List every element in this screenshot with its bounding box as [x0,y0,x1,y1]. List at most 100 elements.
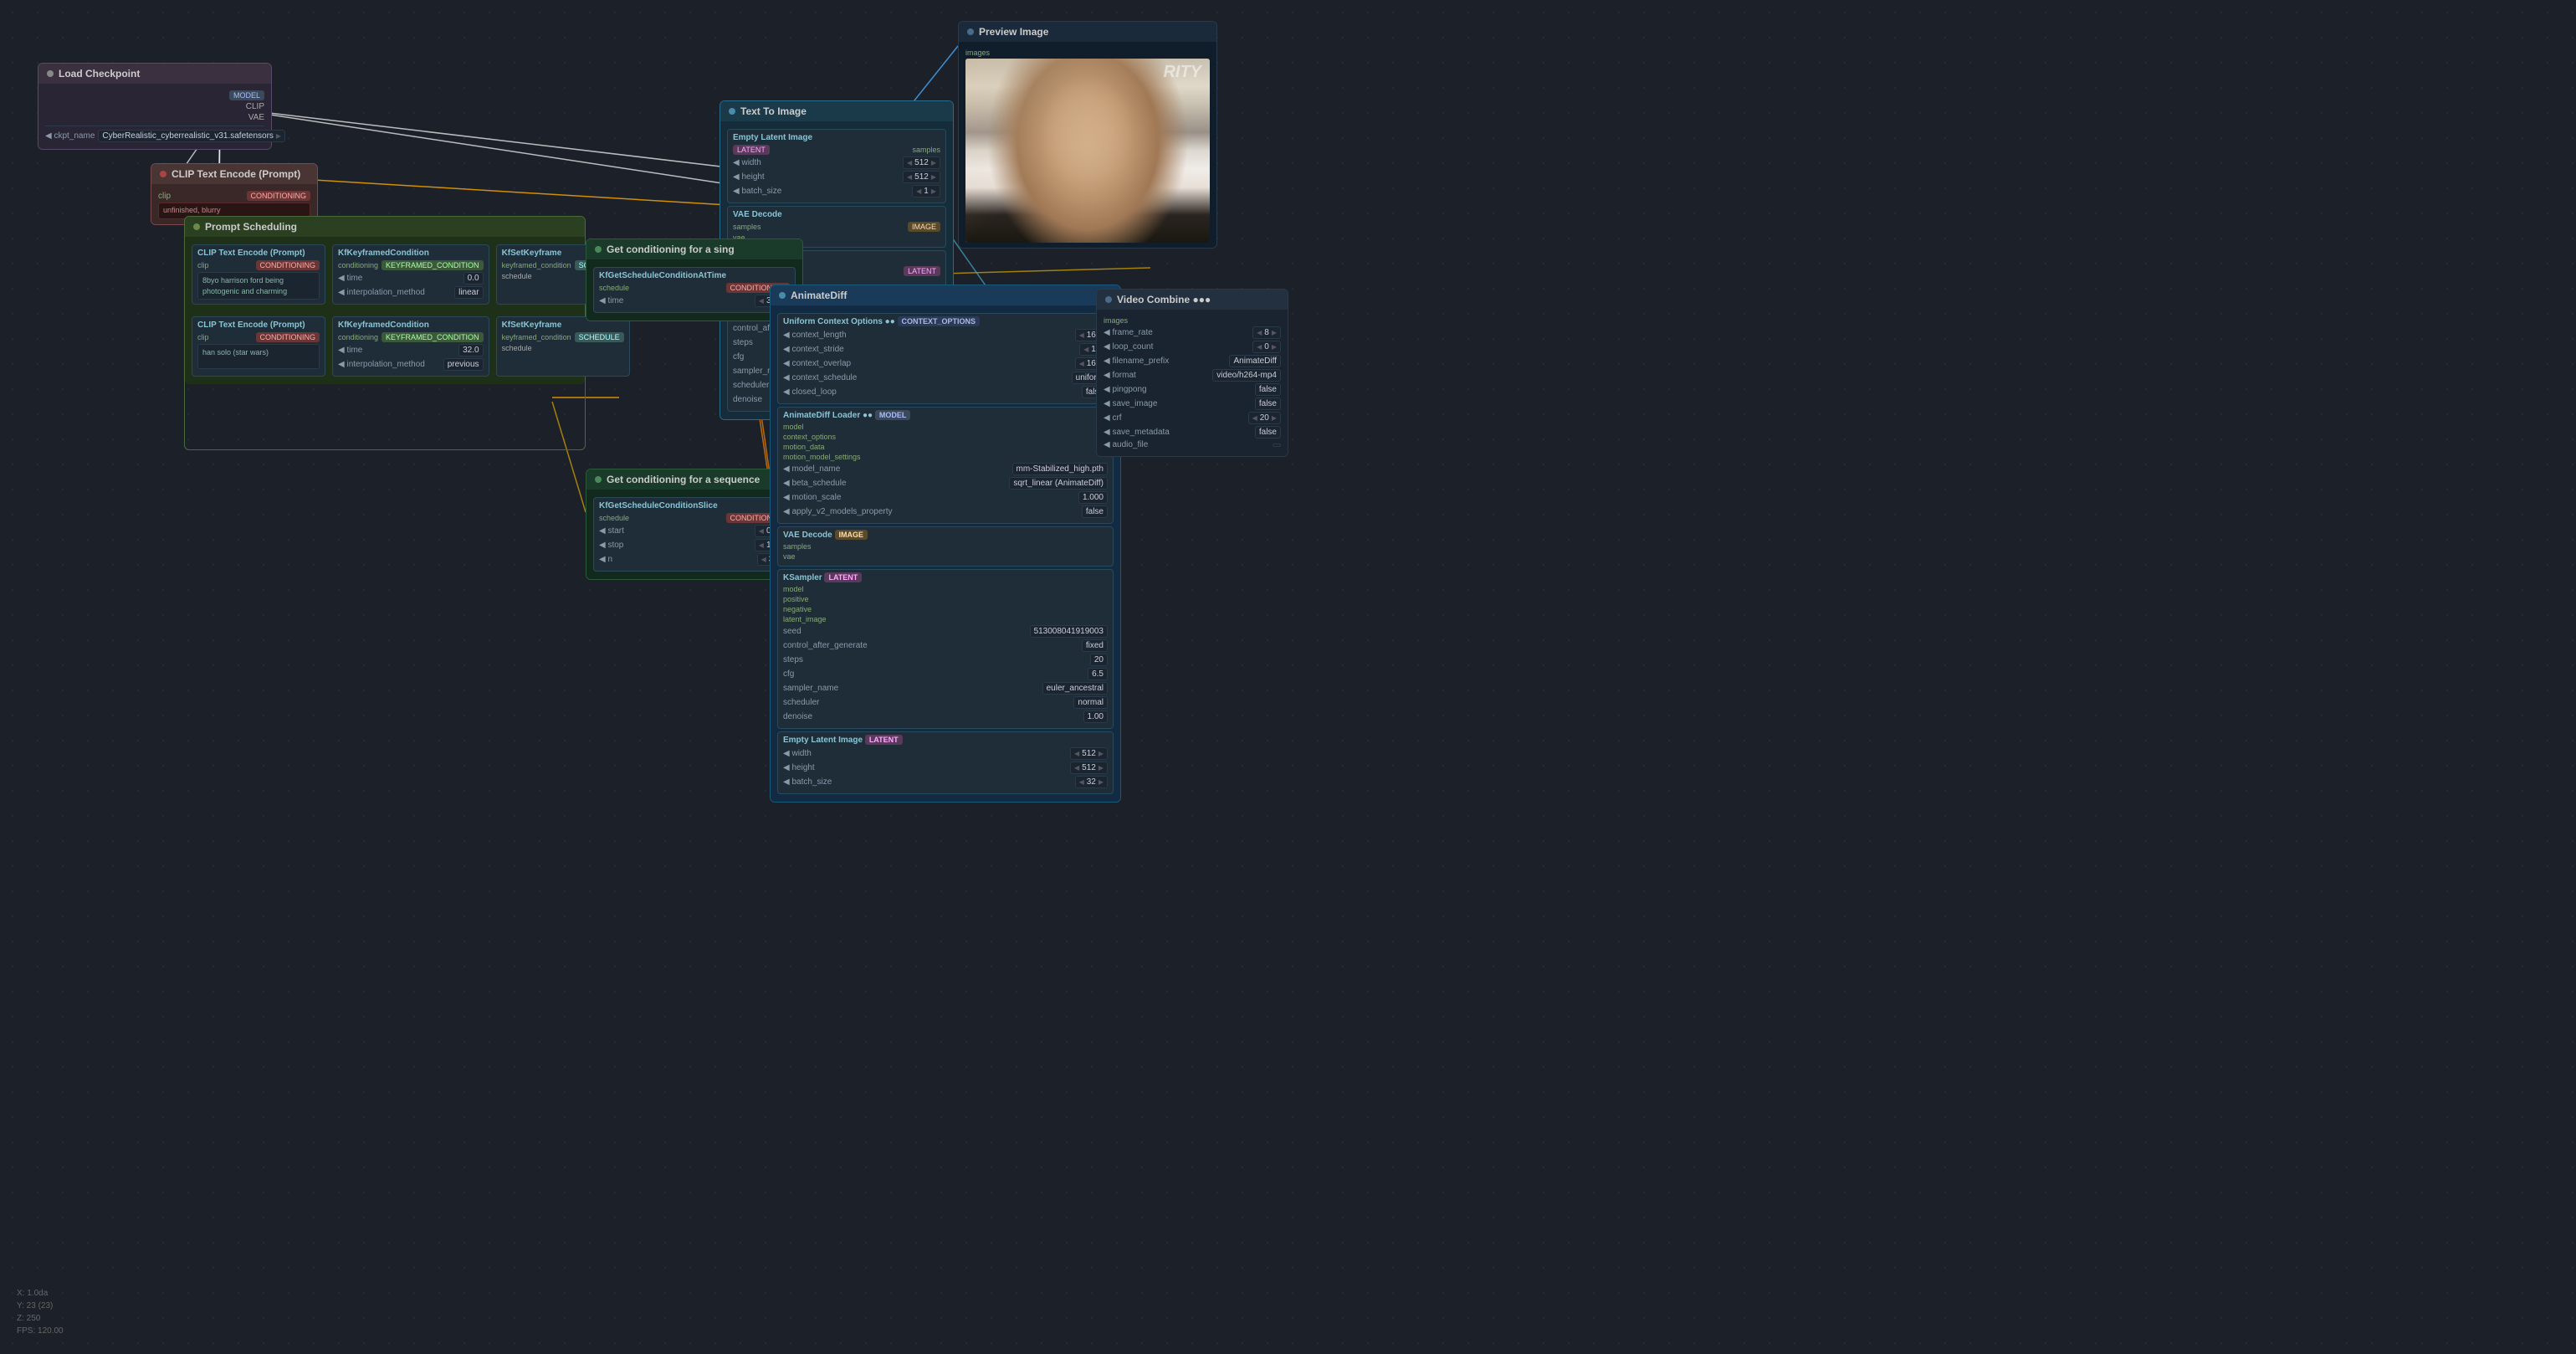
ckpt-name-value[interactable]: CyberRealistic_cyberrealistic_v31.safete… [98,130,285,142]
loader-name-label: ◀ model_name [783,464,840,474]
clip-label: CLIP [246,102,264,111]
ad-ks-sampler-value[interactable]: euler_ancestral [1042,682,1108,695]
vae-ports-row: samples IMAGE [733,222,940,232]
ad-ks-control-label: control_after_generate [783,641,868,650]
load-checkpoint-title: Load Checkpoint [59,68,140,79]
vc-save-value[interactable]: false [1255,397,1281,410]
animatediff-vae-node: VAE Decode IMAGE samples vae [777,526,1114,567]
get-conditioning-single-title: Get conditioning for a sing [607,244,735,255]
loader-ctx-label: context_options [783,433,836,441]
kfsetframe2-node: KfSetKeyframe keyframed_condition SCHEDU… [496,316,630,377]
kfgetschedule-node: KfGetScheduleConditionAtTime schedule CO… [593,267,796,313]
vc-framerate-value[interactable]: ◀8▶ [1252,326,1281,339]
conditioning-badge: CONDITIONING [247,191,311,201]
prompt-scheduling-header: Prompt Scheduling [185,217,585,237]
ad-ks-denoise-value[interactable]: 1.00 [1083,710,1108,723]
batch-right-arr: ▶ [931,187,936,195]
samples-label: samples [912,146,940,154]
ctx-stride-text: 1 [1091,345,1096,354]
kfk1-interp-text: linear [458,288,479,297]
kfslice-schedule-label: schedule [599,514,629,522]
kfk2-ports: conditioning KEYFRAMED_CONDITION [338,332,484,342]
ctx-overlap-text: 16 [1087,359,1096,368]
header-dot [729,108,735,115]
height-value[interactable]: ◀ 512 ▶ [903,171,940,183]
ad-ks-cfg-value[interactable]: 6.5 [1088,668,1108,680]
animatediff-loader-node: AnimateDiff Loader ●● MODEL model contex… [777,407,1114,524]
video-combine-node: Video Combine ●●● images ◀ frame_rate ◀8… [1096,289,1288,457]
ad-el-width-value[interactable]: ◀512▶ [1070,747,1108,760]
vc-audio-label: ◀ audio_file [1104,440,1148,449]
kfk1-conditioning-label: conditioning [338,261,378,269]
ad-ks-seed-text: 513008041919003 [1034,627,1104,636]
clip2-text[interactable]: han solo (star wars) [197,344,320,369]
ad-ks-cfg-text: 6.5 [1092,669,1104,679]
latent-port-row: LATENT samples [733,145,940,155]
prompt-scheduling-title: Prompt Scheduling [205,221,297,233]
ad-ks-steps-text: 20 [1094,655,1104,664]
header-dot [967,28,974,35]
header-dot [1105,296,1112,303]
vc-prefix-label: ◀ filename_prefix [1104,356,1169,366]
vc-crf-value[interactable]: ◀20▶ [1248,412,1281,424]
loader-beta-value[interactable]: sqrt_linear (AnimateDiff) [1009,477,1108,490]
loader-scale-row: ◀ motion_scale 1.000 [783,491,1108,504]
width-value[interactable]: ◀ 512 ▶ [903,156,940,169]
kfk2-conditioning-label: conditioning [338,333,378,341]
clip1-header: CLIP Text Encode (Prompt) [197,249,320,258]
clip2-header: CLIP Text Encode (Prompt) [197,321,320,330]
vc-format-value[interactable]: video/h264-mp4 [1212,369,1281,382]
kfset2-schedule-label: schedule [502,344,532,352]
loader-ctx-row: context_options [783,433,1108,441]
ctx-overlap-row: ◀ context_overlap ◀16▶ [783,357,1108,370]
vc-audio-value[interactable] [1273,444,1281,447]
ad-ks-control-text: fixed [1086,641,1104,650]
batch-row: ◀ batch_size ◀ 1 ▶ [733,185,940,197]
vc-format-label: ◀ format [1104,371,1136,380]
height-text: 512 [914,172,929,182]
vc-loopcount-value[interactable]: ◀0▶ [1252,341,1281,353]
animatediff-loader-header: AnimateDiff Loader ●● MODEL [783,411,1108,420]
kfk2-interp-value[interactable]: previous [443,358,484,371]
loader-motion-data-label: motion_data [783,443,825,451]
empty-latent-header: Empty Latent Image [733,133,940,142]
ctx-len-text: 16 [1087,331,1096,340]
loader-scale-value[interactable]: 1.000 [1078,491,1108,504]
ad-el-height-value[interactable]: ◀512▶ [1070,762,1108,774]
clip-negative-title: CLIP Text Encode (Prompt) [172,168,300,180]
clip1-text[interactable]: 8byo harrison ford being photogenic and … [197,272,320,300]
batch-value[interactable]: ◀ 1 ▶ [912,185,940,197]
ad-vae-samples-label: samples [783,542,812,551]
loader-v2-label: ◀ apply_v2_models_property [783,507,893,516]
ad-ks-seed-label: seed [783,627,801,636]
vc-prefix-value[interactable]: AnimateDiff [1229,355,1281,367]
animatediff-empty-latent-header: Empty Latent Image LATENT [783,736,1108,745]
get-conditioning-sequence-title: Get conditioning for a sequence [607,474,760,485]
get-conditioning-single-header: Get conditioning for a sing [586,239,802,259]
text-to-image-header: Text To Image [720,101,953,121]
ad-el-height-text: 512 [1082,763,1096,772]
clip-negative-header: CLIP Text Encode (Prompt) [151,164,317,184]
vc-metadata-value[interactable]: false [1255,426,1281,439]
ad-el-batch-value[interactable]: ◀32▶ [1075,776,1108,788]
prompt-scheduling-body: CLIP Text Encode (Prompt) clip CONDITION… [185,237,585,384]
kfk1-time-value[interactable]: 0.0 [463,272,484,285]
vae-label: VAE [248,113,264,122]
vc-pingpong-value[interactable]: false [1255,383,1281,396]
ad-ks-scheduler-value[interactable]: normal [1073,696,1108,709]
model-output-row: MODEL [45,90,264,100]
ad-ks-control-value[interactable]: fixed [1082,639,1108,652]
video-combine-header: Video Combine ●●● [1097,290,1288,310]
ctx-len-row: ◀ context_length ◀16▶ [783,329,1108,341]
kfkeyframed1-header: KfKeyframedCondition [338,249,484,258]
stat-x: X: 1.0da [17,1287,64,1300]
vc-loopcount-text: 0 [1264,342,1269,351]
loader-name-value[interactable]: mm-Stabilized_high.pth [1012,463,1109,475]
video-combine-body: images ◀ frame_rate ◀8▶ ◀ loop_count ◀0▶… [1097,310,1288,456]
kfk2-time-value[interactable]: 32.0 [458,344,483,356]
loader-v2-value[interactable]: false [1082,505,1108,518]
header-dot [47,70,54,77]
kfk1-interp-value[interactable]: linear [454,286,483,299]
ad-ks-steps-value[interactable]: 20 [1090,654,1108,666]
ad-ks-seed-value[interactable]: 513008041919003 [1030,625,1108,638]
